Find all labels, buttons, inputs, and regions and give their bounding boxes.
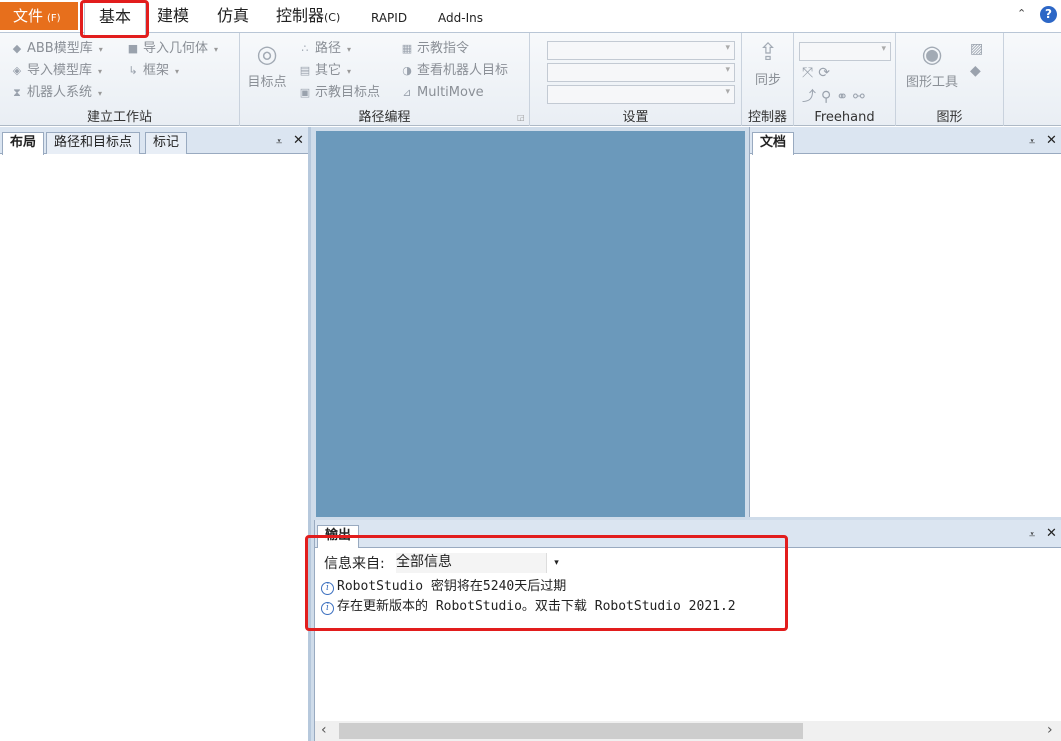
sync-button[interactable]: ⇪ 同步 <box>746 37 790 88</box>
scroll-right-icon[interactable]: › <box>1047 722 1053 738</box>
file-tab-accel: (F) <box>47 13 61 24</box>
output-panel-tabs: 输出 ⩡ ✕ <box>315 520 1061 548</box>
group-settings: 设置 <box>530 33 742 126</box>
eraser-icon[interactable]: ◆ <box>970 63 986 79</box>
frame-icon: ↳ <box>128 64 138 77</box>
teach-instruction-icon: ▦ <box>401 42 413 55</box>
chevron-down-icon: ▾ <box>546 553 566 573</box>
group-graphics: ◉ 图形工具 ▨ ◆ 图形 <box>896 33 1004 126</box>
scrollbar-thumb[interactable] <box>339 723 803 739</box>
close-icon[interactable]: ✕ <box>1046 526 1057 541</box>
import-library-button[interactable]: ◈ 导入模型库 ▾ <box>10 62 102 81</box>
teach-target-icon: ▣ <box>299 86 311 99</box>
import-geometry-button[interactable]: ■ 导入几何体 ▾ <box>126 40 218 59</box>
tab-simulation[interactable]: 仿真 <box>217 5 249 27</box>
tab-tags[interactable]: 标记 <box>145 132 188 154</box>
close-icon[interactable]: ✕ <box>293 133 304 148</box>
panel-options-icon[interactable]: ⩡ <box>1029 135 1035 149</box>
panel-options-icon[interactable]: ⩡ <box>1029 528 1035 542</box>
show-hide-icon[interactable]: ▨ <box>970 41 988 57</box>
target-icon: ◎ <box>256 40 278 68</box>
3d-viewport[interactable] <box>316 131 745 517</box>
import-geometry-icon: ■ <box>127 42 139 55</box>
layout-panel: 布局 路径和目标点 标记 ⩡ ✕ <box>0 127 311 741</box>
output-filter-label: 信息来自: <box>324 556 385 572</box>
documents-panel-tabs: 文档 ⩡ ✕ <box>750 127 1061 155</box>
view-robot-target-button[interactable]: ◑ 查看机器人目标 <box>400 62 508 80</box>
tab-output[interactable]: 输出 <box>317 525 360 548</box>
group-label-controller: 控制器 <box>747 110 787 125</box>
file-menu-tab[interactable]: 文件 (F) <box>0 2 78 30</box>
abb-library-button[interactable]: ◆ ABB模型库 ▾ <box>10 40 103 59</box>
info-icon: i <box>321 582 334 595</box>
horizontal-scrollbar[interactable]: ‹ › <box>315 721 1061 741</box>
group-label-graphics: 图形 <box>936 110 963 125</box>
collapse-ribbon-icon[interactable]: ⌃ <box>1017 7 1026 20</box>
tab-paths-and-targets[interactable]: 路径和目标点 <box>46 132 141 154</box>
workobject-combobox[interactable] <box>547 63 735 82</box>
group-path-programming: ◎ 目标点 ∴ 路径 ▾ ▤ 其它 ▾ ▣ 示教目标点 ▦ 示教指令 ◑ 查看机器人目标 ⊿ M… <box>240 33 530 126</box>
tab-layout[interactable]: 布局 <box>2 132 45 155</box>
group-label-build-station: 建立工作站 <box>86 110 152 125</box>
frame-button[interactable]: ↳ 框架 ▾ <box>126 62 179 81</box>
freehand-jog-icons[interactable]: ⤴⚲⚭⚯ <box>802 86 870 106</box>
other-button[interactable]: ▤ 其它 ▾ <box>298 62 351 81</box>
graphics-tools-button[interactable]: ◉ 图形工具 <box>900 39 964 90</box>
multimove-icon: ⊿ <box>402 86 412 99</box>
robot-system-icon: ⧗ <box>13 86 21 99</box>
workspace: 布局 路径和目标点 标记 ⩡ ✕ 文档 ⩡ ✕ 输出 ⩡ ✕ 信息来自: 全部信… <box>0 127 1061 741</box>
ribbon: ◆ ABB模型库 ▾ ◈ 导入模型库 ▾ ⧗ 机器人系统 ▾ ■ 导入几何体 ▾ ↳ 框架 ▾ 建立… <box>0 32 1061 126</box>
help-icon[interactable]: ? <box>1040 6 1057 23</box>
ribbon-tab-bar: 文件 (F) 基本 建模 仿真 控制器(C) RAPID Add-Ins ⌃ ? <box>0 0 1061 36</box>
tab-add-ins[interactable]: Add-Ins <box>438 7 483 29</box>
group-freehand: ⤧⟳ ⤴⚲⚭⚯ Freehand <box>794 33 896 126</box>
tab-rapid[interactable]: RAPID <box>371 7 407 29</box>
layout-panel-tabs: 布局 路径和目标点 标记 ⩡ ✕ <box>0 127 308 155</box>
output-message[interactable]: i RobotStudio 密钥将在5240天后过期 <box>321 575 566 595</box>
task-combobox[interactable] <box>547 41 735 60</box>
tab-basic-label: 基本 <box>98 7 131 26</box>
output-filter-value: 全部信息 <box>396 554 452 570</box>
sync-icon: ⇪ <box>757 38 779 66</box>
robotstudio-window: 文件 (F) 基本 建模 仿真 控制器(C) RAPID Add-Ins ⌃ ? … <box>0 0 1061 741</box>
abb-library-icon: ◆ <box>12 42 22 55</box>
import-library-icon: ◈ <box>12 64 22 77</box>
reference-frame-combobox[interactable] <box>799 42 891 61</box>
robot-system-button[interactable]: ⧗ 机器人系统 ▾ <box>10 84 102 103</box>
eye-icon: ◉ <box>921 40 943 68</box>
close-icon[interactable]: ✕ <box>1046 133 1057 148</box>
file-tab-label: 文件 <box>13 7 44 25</box>
tab-basic[interactable]: 基本 <box>84 2 146 36</box>
path-button[interactable]: ∴ 路径 ▾ <box>298 40 352 59</box>
documents-panel: 文档 ⩡ ✕ <box>749 127 1061 517</box>
tool-combobox[interactable] <box>547 85 735 104</box>
other-icon: ▤ <box>299 64 311 77</box>
tab-controller[interactable]: 控制器(C) <box>276 5 340 29</box>
tab-documents[interactable]: 文档 <box>752 132 795 155</box>
scroll-left-icon[interactable]: ‹ <box>321 722 327 738</box>
output-filter-select[interactable]: 全部信息 ▾ <box>396 553 566 573</box>
group-label-settings: 设置 <box>622 110 649 125</box>
output-message[interactable]: i 存在更新版本的 RobotStudio。双击下载 RobotStudio 20… <box>321 595 736 615</box>
group-label-freehand: Freehand <box>814 110 875 125</box>
info-icon: i <box>321 602 334 615</box>
target-button[interactable]: ◎ 目标点 <box>244 39 290 90</box>
teach-instruction-button[interactable]: ▦ 示教指令 <box>400 40 469 58</box>
panel-options-icon[interactable]: ⩡ <box>276 135 282 149</box>
freehand-move-icons[interactable]: ⤧⟳ <box>802 65 835 81</box>
teach-target-button[interactable]: ▣ 示教目标点 <box>298 84 380 102</box>
group-controller: ⇪ 同步 控制器 <box>742 33 794 126</box>
view-robot-target-icon: ◑ <box>402 64 412 77</box>
group-build-station: ◆ ABB模型库 ▾ ◈ 导入模型库 ▾ ⧗ 机器人系统 ▾ ■ 导入几何体 ▾ ↳ 框架 ▾ 建立… <box>0 33 240 126</box>
tab-modeling[interactable]: 建模 <box>157 5 189 27</box>
multimove-button[interactable]: ⊿ MultiMove <box>400 84 483 102</box>
path-icon: ∴ <box>301 42 309 55</box>
group-label-path-programming: 路径编程 <box>358 110 411 125</box>
output-panel: 输出 ⩡ ✕ 信息来自: 全部信息 ▾ i RobotStudio 密钥将在524… <box>314 520 1061 741</box>
